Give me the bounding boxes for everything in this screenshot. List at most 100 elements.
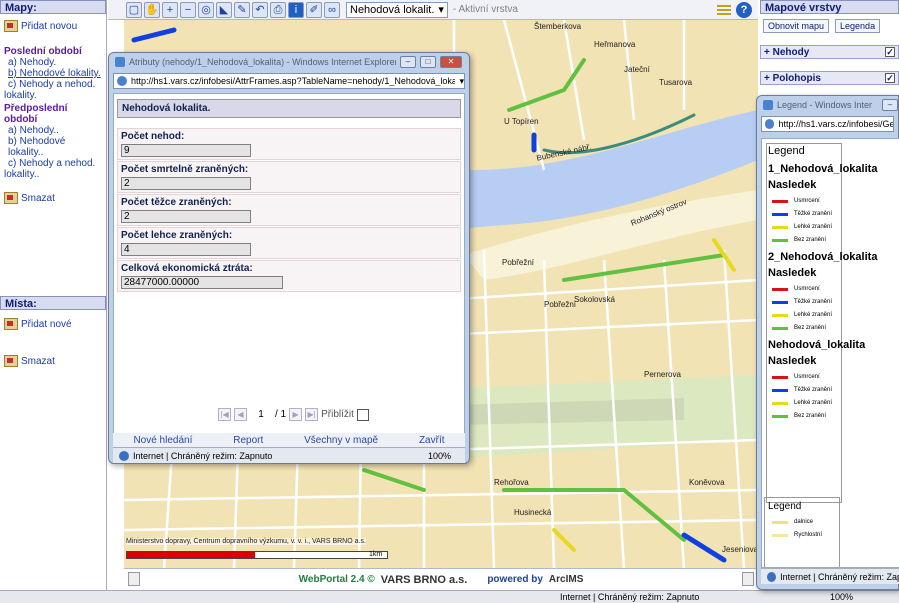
zoom-level[interactable]: 100% [428, 451, 451, 461]
delete-map-button[interactable]: Smazat [0, 190, 106, 206]
layer-checkbox[interactable]: ✓ [885, 73, 895, 83]
legend-title: Legend [768, 501, 802, 512]
full-extent-icon[interactable]: ▢ [126, 1, 142, 18]
zoom-level[interactable]: 100% [830, 592, 853, 602]
address-bar[interactable]: http://hs1.vars.cz/infobesi/Gen [761, 116, 894, 132]
window-titlebar[interactable]: Legend - Windows Inter – [757, 96, 898, 114]
street-label: Sokolovská [574, 295, 615, 304]
field-row: Počet nehod: 9 [117, 128, 461, 160]
legend-sub: Nasledek [768, 355, 817, 367]
legend-sub: Nasledek [768, 179, 817, 191]
map-toolbar: ▢ ✋ + − ◎ ◣ ✎ ↶ ⎙ i ✐ ∞ Nehodová lokalit… [108, 0, 758, 20]
close-button[interactable]: ✕ [440, 56, 462, 68]
prev-item-3-cont[interactable]: lokality.. [0, 169, 106, 180]
layer-row-nehody[interactable]: + Nehody ✓ [760, 45, 899, 59]
legend-content: Legend 1_Nehodová_lokalita Nasledek Usmr… [761, 138, 899, 568]
layer-checkbox[interactable]: ✓ [885, 47, 895, 57]
street-label: Štemberkova [534, 22, 582, 31]
window-titlebar[interactable]: Atributy (nehody/1_Nehodová_lokalita) - … [109, 53, 469, 71]
prev-page-icon[interactable]: ◀ [234, 408, 247, 421]
close-link[interactable]: Zavřít [419, 435, 445, 446]
delete-icon [4, 192, 18, 204]
status-text: Internet | Chráněný režim: Zapnuto [560, 592, 700, 602]
street-label: Jeseniova [722, 545, 758, 554]
legend-item: Bez zranění [772, 237, 899, 243]
show-all-link[interactable]: Všechny v mapě [304, 435, 378, 446]
legend-item: Těžké zranění [772, 299, 899, 305]
maximize-button[interactable]: □ [420, 56, 436, 68]
find-binoculars-icon[interactable]: ∞ [324, 1, 340, 18]
scroll-left-icon[interactable] [128, 572, 140, 586]
pan-hand-icon[interactable]: ✋ [144, 1, 160, 18]
minimize-button[interactable]: – [882, 99, 898, 111]
chevron-down-icon[interactable]: ▾ [459, 76, 464, 87]
ie-icon [763, 100, 773, 110]
field-row: Celková ekonomická ztráta: 28477000.00000 [117, 260, 461, 292]
draw-icon[interactable]: ✎ [234, 1, 250, 18]
undo-icon[interactable]: ↶ [252, 1, 268, 18]
street-label: Pobřežní [544, 300, 577, 309]
measure-icon[interactable]: ◣ [216, 1, 232, 18]
last-item-3-cont[interactable]: lokality. [0, 90, 106, 101]
footer: WebPortal 2.4 © VARS BRNO a.s. powered b… [124, 568, 758, 590]
refresh-map-button[interactable]: Obnovit mapu [763, 19, 830, 33]
first-page-icon[interactable]: |◀ [218, 408, 231, 421]
add-new-map-button[interactable]: Přidat novou [0, 18, 106, 34]
expand-icon[interactable]: + [764, 73, 770, 84]
legend-title: Legend [768, 145, 805, 157]
print-icon[interactable]: ⎙ [270, 1, 286, 18]
new-search-link[interactable]: Nové hledání [133, 435, 192, 446]
brand-label: WebPortal 2.4 © [298, 574, 375, 585]
legend-item: Usmrcení [772, 198, 899, 204]
expand-icon[interactable]: + [764, 47, 770, 58]
chevron-down-icon: ▾ [438, 4, 444, 16]
zoom-out-icon[interactable]: − [180, 1, 196, 18]
next-page-icon[interactable]: ▶ [289, 408, 303, 421]
last-item-1[interactable]: a) Nehody. [0, 57, 106, 68]
prev-item-2[interactable]: b) Nehodové lokality.. [0, 136, 106, 158]
last-item-3[interactable]: c) Nehody a nehod. [0, 79, 106, 90]
legend-item: Bez zranění [772, 413, 899, 419]
street-label: Jateční [624, 65, 650, 74]
last-period-title: Poslední období [4, 46, 82, 57]
add-icon [4, 20, 18, 32]
last-page-icon[interactable]: ▶| [305, 408, 319, 421]
edit-icon[interactable]: ✐ [306, 1, 322, 18]
active-layer-label: - Aktivní vrstva [452, 4, 518, 15]
page-number[interactable]: 1 [250, 409, 272, 420]
prev-item-3[interactable]: c) Nehody a nehod. [0, 158, 106, 169]
legend-item: Usmrcení [772, 286, 899, 292]
zoom-in-icon[interactable]: + [162, 1, 178, 18]
zoom-check-label: Přiblížit [321, 409, 354, 420]
street-label: U Topíren [504, 117, 539, 126]
street-label: Tusarova [659, 78, 693, 87]
right-panel: Mapové vrstvy Obnovit mapu Legenda + Neh… [760, 0, 899, 100]
zoom-layer-icon[interactable]: ◎ [198, 1, 214, 18]
info-icon[interactable]: i [288, 1, 304, 18]
legend-item: Lehké zranění [772, 312, 899, 318]
help-icon[interactable]: ? [736, 2, 752, 18]
add-new-place-button[interactable]: Přidat nové [0, 316, 76, 332]
delete-place-button[interactable]: Smazat [0, 353, 59, 369]
minimize-button[interactable]: – [400, 56, 416, 68]
field-row: Počet smrtelně zraněných: 2 [117, 161, 461, 193]
prev-item-1[interactable]: a) Nehody.. [0, 125, 106, 136]
scroll-right-icon[interactable] [742, 572, 754, 586]
scale-label: 1km [369, 551, 383, 558]
legend-item: Lehké zranění [772, 224, 899, 230]
layer-select[interactable]: Nehodová lokalit. ▾ [346, 1, 448, 18]
layer-row-polohopis[interactable]: + Polohopis ✓ [760, 71, 899, 85]
legend-button[interactable]: Legenda [835, 19, 881, 33]
street-label: Pernerova [644, 370, 681, 379]
zoom-checkbox[interactable] [356, 408, 369, 421]
grid-icon[interactable] [716, 2, 732, 18]
report-link[interactable]: Report [233, 435, 263, 446]
legend-group: Nehodová_lokalita [768, 339, 866, 351]
places-header: Místa: [0, 296, 106, 310]
arcims-label: ArcIMS [548, 574, 584, 585]
maps-header: Mapy: [0, 0, 106, 14]
attributes-heading: Nehodová lokalita. [117, 99, 461, 118]
last-item-2[interactable]: b) Nehodové lokality. [0, 68, 106, 79]
field-value: 2 [121, 177, 251, 190]
address-bar[interactable]: http://hs1.vars.cz/infobesi/AttrFrames.a… [113, 73, 465, 89]
